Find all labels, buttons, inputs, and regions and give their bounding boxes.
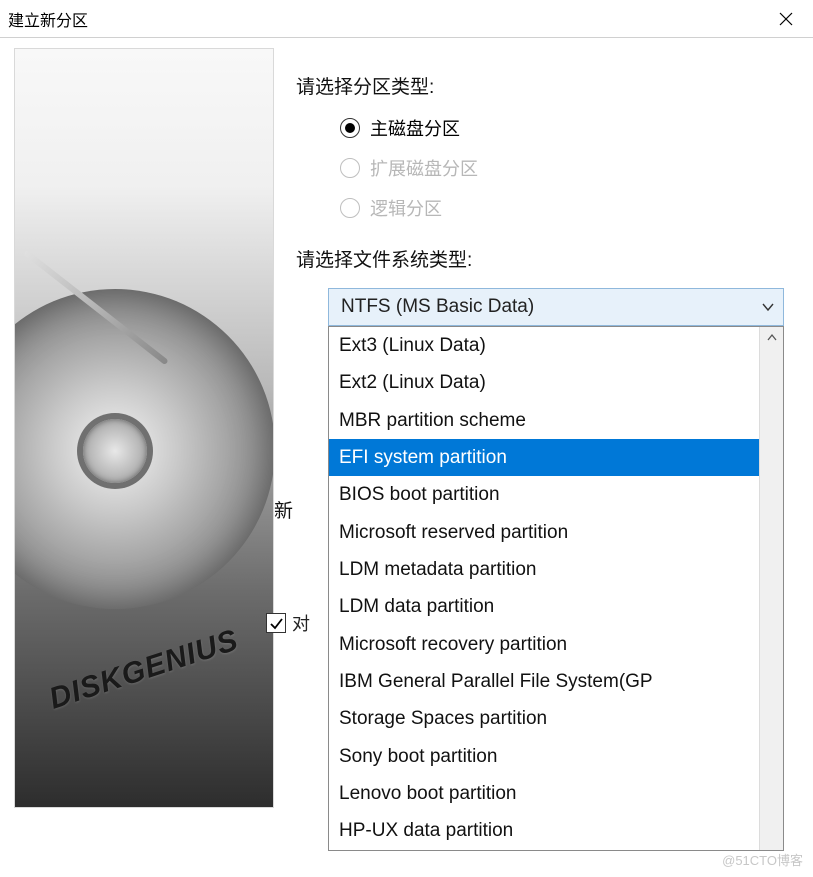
filesystem-combobox[interactable]: NTFS (MS Basic Data): [328, 288, 784, 326]
filesystem-dropdown: Ext3 (Linux Data)Ext2 (Linux Data)MBR pa…: [328, 326, 784, 851]
new-partition-size-label-partial: 新: [274, 496, 293, 523]
radio-logical-partition: 逻辑分区: [340, 195, 764, 221]
disk-hub-graphic: [83, 419, 147, 483]
radio-icon: [340, 198, 360, 218]
dropdown-item[interactable]: Microsoft recovery partition: [329, 626, 759, 663]
titlebar: 建立新分区: [0, 0, 813, 38]
dropdown-item[interactable]: Lenovo boot partition: [329, 775, 759, 812]
checkbox-icon: [266, 613, 286, 633]
dropdown-item[interactable]: MBR partition scheme: [329, 402, 759, 439]
checkmark-icon: [269, 616, 283, 630]
side-illustration: DISKGENIUS: [14, 48, 274, 808]
dropdown-item[interactable]: IBM General Parallel File System(GP: [329, 663, 759, 700]
radio-label: 主磁盘分区: [370, 115, 460, 141]
filesystem-combo-wrap: NTFS (MS Basic Data) Ext3 (Linux Data)Ex…: [328, 288, 764, 851]
radio-icon: [340, 158, 360, 178]
dropdown-list: Ext3 (Linux Data)Ext2 (Linux Data)MBR pa…: [329, 327, 759, 850]
dropdown-item[interactable]: EFI system partition: [329, 439, 759, 476]
dropdown-item[interactable]: Storage Spaces partition: [329, 700, 759, 737]
filesystem-type-label: 请选择文件系统类型:: [296, 245, 764, 272]
dropdown-item[interactable]: LDM metadata partition: [329, 551, 759, 588]
dropdown-item[interactable]: Sony boot partition: [329, 738, 759, 775]
dropdown-item[interactable]: LDM data partition: [329, 588, 759, 625]
partition-type-label: 请选择分区类型:: [296, 72, 764, 99]
chevron-up-icon: [767, 333, 777, 343]
radio-label: 逻辑分区: [370, 195, 442, 221]
chevron-down-icon: [761, 300, 775, 314]
brand-text: DISKGENIUS: [45, 623, 243, 716]
dropdown-item[interactable]: BIOS boot partition: [329, 476, 759, 513]
align-checkbox-row[interactable]: 对: [266, 610, 310, 636]
window-title: 建立新分区: [8, 7, 88, 31]
radio-icon: [340, 118, 360, 138]
radio-extended-partition: 扩展磁盘分区: [340, 155, 764, 181]
form-area: 请选择分区类型: 主磁盘分区 扩展磁盘分区 逻辑分区 请选择文件系统类型: NT…: [274, 48, 764, 851]
dropdown-scrollbar[interactable]: [759, 327, 783, 850]
radio-primary-partition[interactable]: 主磁盘分区: [340, 115, 764, 141]
scroll-up-button[interactable]: [760, 327, 784, 349]
watermark: @51CTO博客: [722, 850, 803, 869]
dropdown-item[interactable]: Ext2 (Linux Data): [329, 364, 759, 401]
dialog-content: DISKGENIUS 请选择分区类型: 主磁盘分区 扩展磁盘分区 逻辑分区 请选…: [0, 38, 813, 851]
align-checkbox-label-partial: 对: [292, 610, 310, 636]
close-button[interactable]: [763, 3, 809, 35]
radio-label: 扩展磁盘分区: [370, 155, 478, 181]
dropdown-item[interactable]: Microsoft reserved partition: [329, 514, 759, 551]
dropdown-item[interactable]: HP-UX data partition: [329, 812, 759, 849]
dropdown-item[interactable]: Ext3 (Linux Data): [329, 327, 759, 364]
combobox-value: NTFS (MS Basic Data): [341, 296, 534, 318]
partition-type-radio-group: 主磁盘分区 扩展磁盘分区 逻辑分区: [296, 115, 764, 221]
close-icon: [779, 12, 793, 26]
